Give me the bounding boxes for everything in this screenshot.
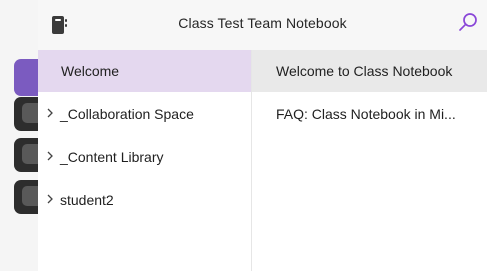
page-row-faq[interactable]: FAQ: Class Notebook in Mi... bbox=[252, 93, 487, 135]
onenote-window: Class Test Team Notebook Welcome _Collab… bbox=[0, 0, 487, 271]
chevron-right-icon[interactable] bbox=[45, 106, 55, 120]
notebook-section-tabs-rail bbox=[0, 0, 39, 271]
section-tab-collaboration-space[interactable] bbox=[14, 97, 38, 131]
section-label: _Content Library bbox=[60, 149, 164, 165]
chevron-right-icon[interactable] bbox=[45, 192, 55, 206]
section-row-welcome[interactable]: Welcome bbox=[38, 50, 251, 92]
section-label: student2 bbox=[60, 192, 114, 208]
search-icon[interactable] bbox=[455, 11, 479, 35]
notebook-title: Class Test Team Notebook bbox=[178, 15, 347, 31]
section-row-student2[interactable]: student2 bbox=[38, 179, 251, 221]
section-tab-content-library[interactable] bbox=[14, 138, 38, 172]
section-tab-welcome[interactable] bbox=[14, 59, 38, 96]
section-tab-student2[interactable] bbox=[14, 180, 38, 214]
chevron-right-icon[interactable] bbox=[45, 149, 55, 163]
section-label: _Collaboration Space bbox=[60, 106, 194, 122]
notebook-header: Class Test Team Notebook bbox=[38, 0, 487, 51]
page-row-welcome-to-class-notebook[interactable]: Welcome to Class Notebook bbox=[252, 50, 487, 92]
sections-list: Welcome _Collaboration Space _Content Li… bbox=[38, 50, 252, 271]
section-label: Welcome bbox=[61, 63, 120, 79]
page-label: FAQ: Class Notebook in Mi... bbox=[276, 106, 456, 122]
pages-list: Welcome to Class Notebook FAQ: Class Not… bbox=[252, 50, 487, 271]
section-row-collaboration-space[interactable]: _Collaboration Space bbox=[38, 93, 251, 135]
section-row-content-library[interactable]: _Content Library bbox=[38, 136, 251, 178]
page-label: Welcome to Class Notebook bbox=[276, 63, 453, 79]
